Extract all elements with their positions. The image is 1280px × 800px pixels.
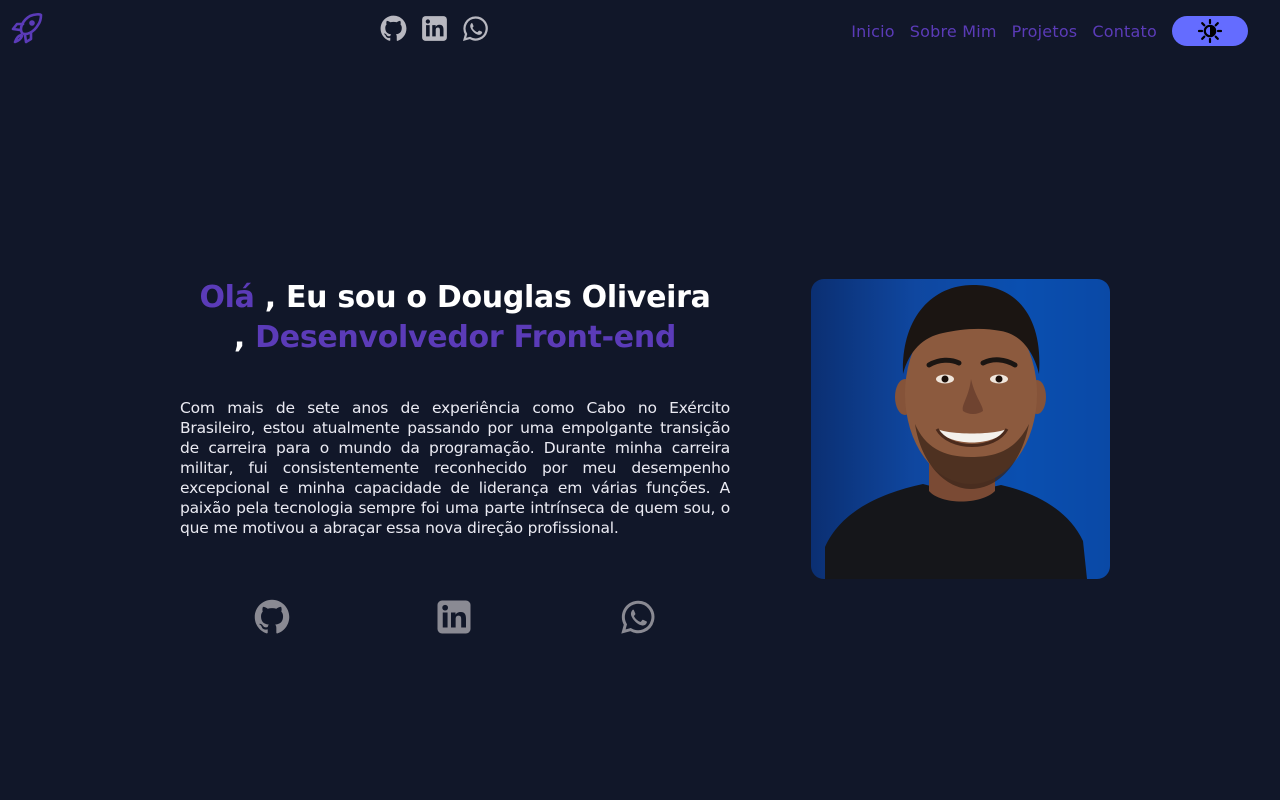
profile-photo xyxy=(811,279,1110,579)
nav-link-contato[interactable]: Contato xyxy=(1092,22,1157,41)
bio-paragraph: Com mais de sete anos de experiência com… xyxy=(180,399,730,537)
github-icon[interactable] xyxy=(254,599,290,635)
top-navbar: Inicio Sobre Mim Projetos Contato xyxy=(0,0,1280,62)
nav-link-sobre-mim[interactable]: Sobre Mim xyxy=(910,22,997,41)
hero-heading: Olá , Eu sou o Douglas Oliveira , Desenv… xyxy=(180,278,730,358)
linkedin-icon[interactable] xyxy=(421,15,448,42)
github-icon[interactable] xyxy=(380,15,407,42)
main-nav: Inicio Sobre Mim Projetos Contato xyxy=(851,16,1248,46)
header-social-links xyxy=(380,14,489,42)
nav-link-projetos[interactable]: Projetos xyxy=(1012,22,1078,41)
role-text: Desenvolvedor Front-end xyxy=(255,320,677,355)
theme-toggle-button[interactable] xyxy=(1172,16,1248,46)
role-separator: , xyxy=(233,320,256,355)
linkedin-icon[interactable] xyxy=(436,599,472,635)
nav-link-inicio[interactable]: Inicio xyxy=(851,22,895,41)
greeting-text: Olá xyxy=(199,280,255,315)
whatsapp-icon[interactable] xyxy=(620,599,656,635)
sun-icon xyxy=(1198,19,1222,43)
intro-text: , Eu sou o Douglas Oliveira xyxy=(254,280,711,315)
rocket-icon[interactable] xyxy=(10,11,44,45)
hero-section: Olá , Eu sou o Douglas Oliveira , Desenv… xyxy=(180,278,730,538)
whatsapp-icon[interactable] xyxy=(462,15,489,42)
